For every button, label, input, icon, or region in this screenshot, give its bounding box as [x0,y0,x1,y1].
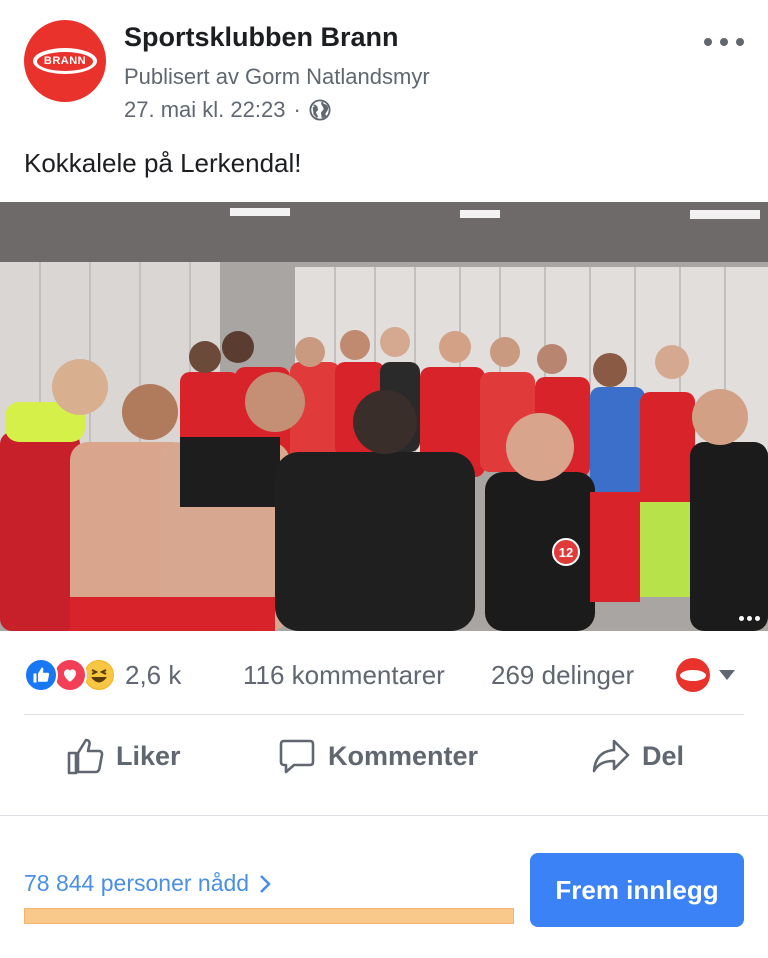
reactions-summary[interactable] [24,658,116,692]
chevron-right-icon [260,874,271,893]
post-actions: Liker Kommenter Del [0,716,768,796]
dot [755,616,760,621]
post-timestamp: 27. mai kl. 22:23 · [124,97,331,123]
dot [739,616,744,621]
like-label: Liker [116,740,181,771]
comment-button[interactable]: Kommenter [278,737,478,775]
like-reaction-icon [24,658,58,692]
like-button[interactable]: Liker [66,736,181,776]
share-arrow-icon [592,739,630,773]
more-dot [720,38,728,46]
divider [24,714,744,715]
reach-link[interactable]: 78 844 personer nådd [24,870,271,897]
separator-dot: · [293,97,301,122]
video-more-indicator[interactable] [739,616,760,621]
post-video[interactable]: 12 [0,202,768,631]
reach-text: 78 844 personer nådd [24,870,250,896]
page-avatar[interactable]: BRANN [24,20,106,102]
post-text: Kokkalele på Lerkendal! [24,148,302,178]
reach-progress-fill [25,909,513,923]
shares-count[interactable]: 269 delinger [491,660,634,691]
video-frame: 12 [0,202,768,631]
dot [747,616,752,621]
globe-icon [309,99,331,121]
jersey-number: 12 [559,545,573,560]
haha-reaction-icon [82,658,116,692]
thumbs-up-icon [67,738,104,775]
react-as-selector[interactable] [676,658,735,692]
comment-bubble-icon [279,739,315,774]
reaction-count[interactable]: 2,6 k [125,660,181,691]
caret-down-icon [719,670,735,680]
publisher-line: Publisert av Gorm Natlandsmyr [124,64,430,89]
page-name[interactable]: Sportsklubben Brann [124,22,399,53]
reach-progress-bar [24,908,514,924]
divider [0,815,768,816]
more-options-button[interactable] [704,30,744,54]
engagement-stats: 2,6 k 116 kommentarer 269 delinger [24,650,744,700]
brann-logo: BRANN [33,48,97,74]
brann-logo [680,669,706,681]
more-dot [736,38,744,46]
love-reaction-icon [53,658,87,692]
more-dot [704,38,712,46]
boost-post-button[interactable]: Frem innlegg [530,853,744,927]
comment-label: Kommenter [328,740,479,771]
share-button[interactable]: Del [592,738,684,774]
post-date[interactable]: 27. mai kl. 22:23 [124,97,285,123]
page-mini-avatar [676,658,710,692]
share-label: Del [642,740,685,771]
comments-count[interactable]: 116 kommentarer [243,660,445,691]
